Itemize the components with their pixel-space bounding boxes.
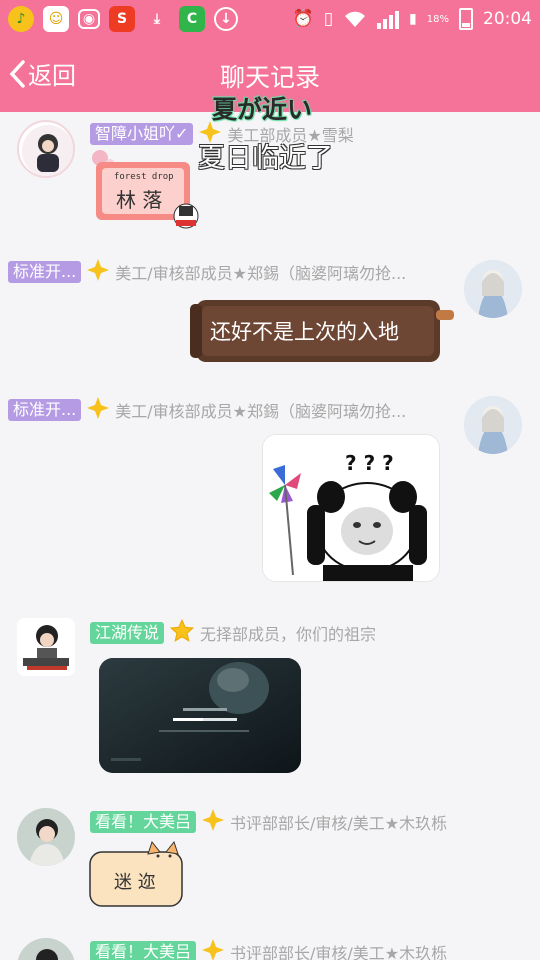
chat-message: 看看！大美吕 书评部部长/审核/美工★木玖栎 迷 迩	[0, 796, 540, 926]
message-text: 还好不是上次的入地	[210, 320, 399, 344]
sticker-caption: 迷 迩	[114, 872, 156, 893]
chat-message: 智障小姐吖✓ 美工部成员★雪梨 forest drop 林 落	[0, 112, 540, 252]
user-badge: 江湖传说	[90, 622, 165, 644]
sim-icon: ▮	[409, 11, 417, 27]
user-badge: 看看！大美吕	[90, 811, 197, 833]
sticker-caption-main: 林 落	[116, 188, 163, 212]
avatar[interactable]	[17, 938, 75, 960]
battery-icon	[459, 8, 473, 30]
face-app-icon: ☺	[43, 6, 69, 32]
image-caption: ? ? ?	[345, 451, 394, 475]
diamond-star-icon	[201, 938, 225, 960]
chat-message: 标准开... 美工/审核部成员★郑錫（脑婆阿璃勿抢... ? ? ?	[0, 390, 540, 600]
user-role: 书评部部长/审核/美工★木玖栎	[230, 944, 448, 960]
user-role: 美工/审核部成员★郑錫（脑婆阿璃勿抢...	[115, 264, 407, 283]
battery-percent: 18%	[426, 13, 449, 25]
sticker[interactable]: forest drop 林 落	[86, 148, 204, 232]
user-badge: 看看！大美吕	[90, 941, 197, 960]
user-role: 美工/审核部成员★郑錫（脑婆阿璃勿抢...	[115, 402, 407, 421]
chat-message: 看看！大美吕 书评部部长/审核/美工★木玖栎	[0, 930, 540, 960]
user-badge: 标准开...	[8, 261, 82, 283]
user-role: 无择部成员，你们的祖宗	[200, 625, 377, 644]
vibrate-icon: ▯	[323, 9, 334, 29]
page-title: 聊天记录	[219, 63, 320, 92]
sogou-icon: S	[109, 6, 135, 32]
screenshot-icon: ◉	[78, 9, 100, 29]
app-root: ♪ ☺ ◉ S ⤓ C ↓ ⏰ ▯ ▮ 18% 20:04 返回 聊天记录 智障…	[0, 0, 540, 960]
chat-message: 江湖传说 无择部成员，你们的祖宗	[0, 606, 540, 786]
avatar[interactable]	[17, 618, 75, 676]
download-icon: ⤓	[153, 11, 161, 27]
image-message[interactable]	[99, 658, 301, 773]
diamond-star-icon	[201, 808, 225, 836]
sticker[interactable]: 迷 迩	[86, 840, 186, 912]
status-bar: ♪ ☺ ◉ S ⤓ C ↓ ⏰ ▯ ▮ 18% 20:04	[0, 0, 540, 38]
avatar[interactable]	[464, 260, 522, 318]
signal-icon	[377, 9, 400, 29]
overlay-text-japanese: 夏が近い	[212, 95, 313, 124]
avatar[interactable]	[17, 808, 75, 866]
user-badge: 智障小姐吖✓	[90, 123, 194, 145]
user-badge: 标准开...	[8, 399, 82, 421]
text-bubble[interactable]: 还好不是上次的入地	[190, 296, 456, 368]
music-app-icon: ♪	[8, 6, 34, 32]
chat-message: 标准开... 美工/审核部成员★郑錫（脑婆阿璃勿抢... 还好不是上次的入地	[0, 252, 540, 382]
image-message[interactable]: ? ? ?	[262, 434, 440, 582]
avatar[interactable]	[17, 120, 75, 178]
clock: 20:04	[483, 9, 532, 29]
sticker-caption-top: forest drop	[114, 172, 174, 182]
green-app-icon: C	[179, 6, 205, 32]
download-circle-icon: ↓	[214, 7, 238, 31]
overlay-text-chinese: 夏日临近了	[198, 143, 333, 174]
user-role: 书评部部长/审核/美工★木玖栎	[230, 814, 448, 833]
diamond-star-icon	[86, 258, 110, 286]
diamond-star-icon	[86, 396, 110, 424]
alarm-icon: ⏰	[292, 9, 314, 29]
avatar[interactable]	[464, 396, 522, 454]
star-icon	[169, 618, 195, 648]
wifi-icon	[345, 11, 366, 27]
